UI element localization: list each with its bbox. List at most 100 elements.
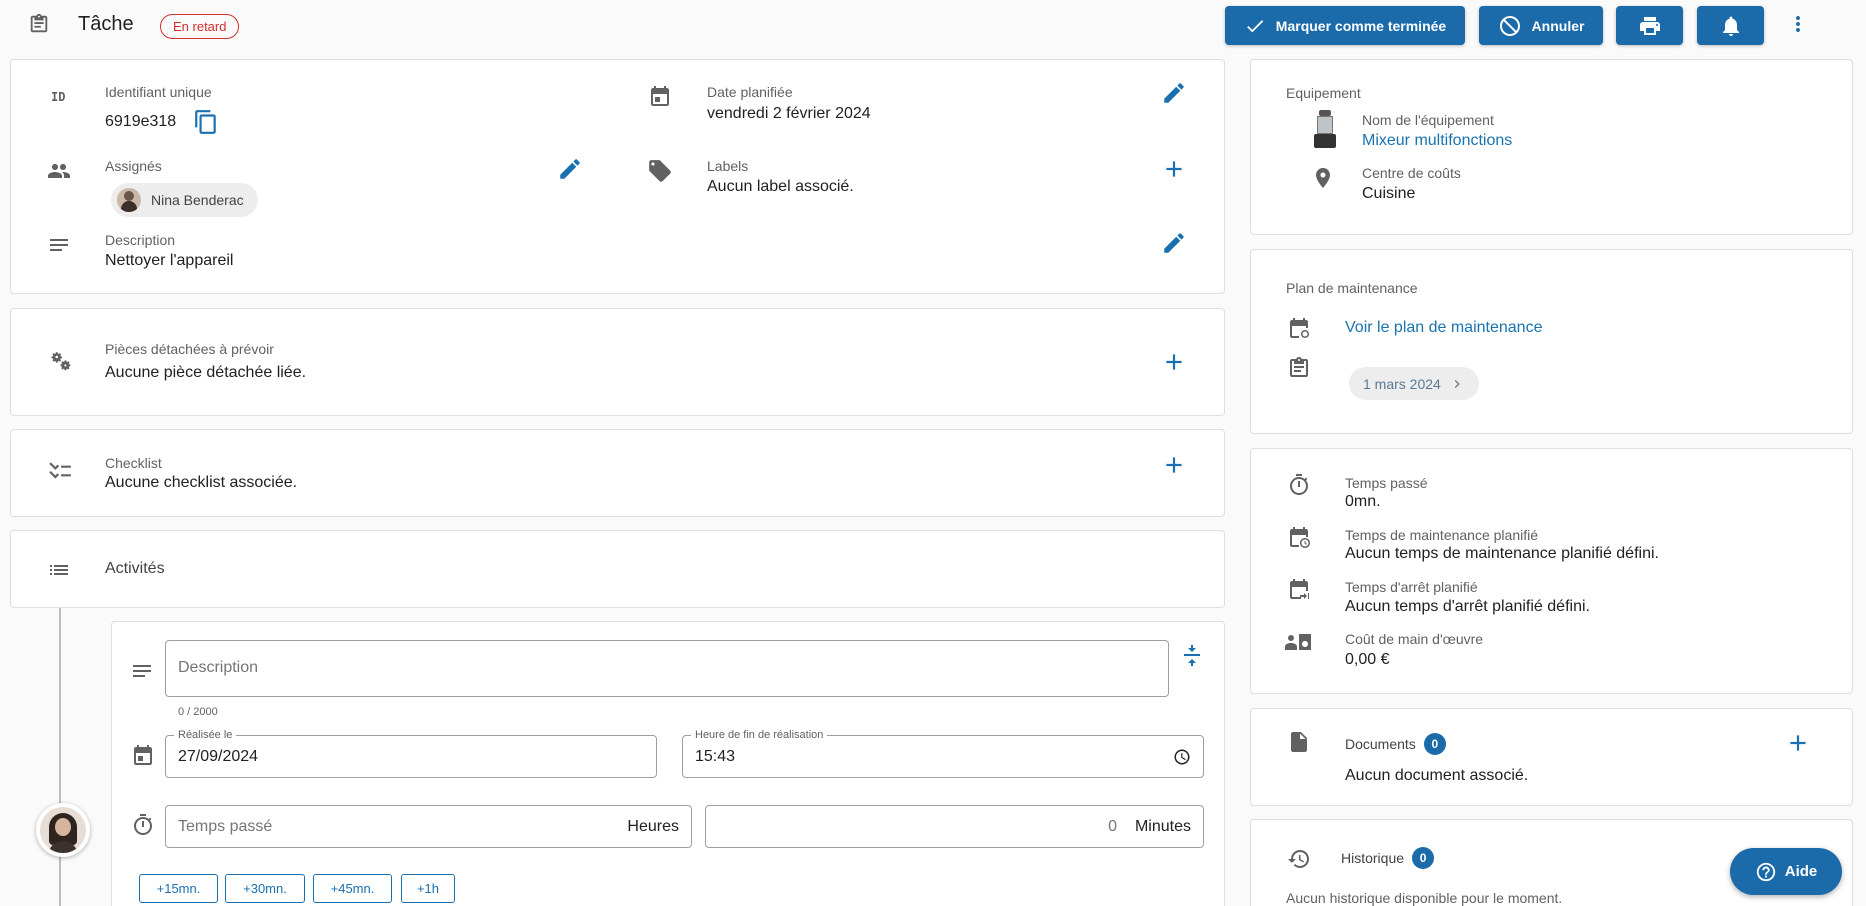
calendar-arrow-icon: [1290, 579, 1309, 599]
notifications-button[interactable]: [1697, 6, 1764, 45]
quick-add-45-button[interactable]: +45mn.: [313, 874, 392, 903]
parts-label: Pièces détachées à prévoir: [105, 341, 274, 357]
next-date-label: 1 mars 2024: [1363, 375, 1441, 392]
add-document-icon[interactable]: [1785, 730, 1811, 756]
time-spent-hours-input[interactable]: Temps passé Heures: [165, 805, 692, 848]
history-count-badge: 0: [1412, 847, 1435, 869]
details-card: ID Identifiant unique 6919e318 Date plan…: [10, 59, 1225, 294]
checklist-icon: [49, 462, 71, 479]
quick-add-30-button[interactable]: +30mn.: [225, 874, 305, 903]
calendar-sync-icon: [1290, 318, 1309, 338]
labor-cost-value: 0,00 €: [1345, 651, 1390, 668]
clipboard-list-icon: [1290, 357, 1308, 377]
cancel-button[interactable]: Annuler: [1479, 6, 1603, 45]
documents-count-badge: 0: [1423, 733, 1446, 755]
add-checklist-icon[interactable]: [1161, 452, 1187, 478]
activity-avatar: [36, 803, 90, 857]
id-label: Identifiant unique: [105, 84, 212, 100]
add-label-icon[interactable]: [1161, 156, 1187, 182]
equipment-thumbnail: [1311, 110, 1339, 148]
document-icon: [1291, 732, 1307, 752]
help-button[interactable]: Aide: [1730, 848, 1842, 895]
description-label: Description: [105, 232, 176, 248]
block-icon: [1499, 15, 1520, 36]
add-part-icon[interactable]: [1161, 349, 1187, 375]
history-icon: [1288, 849, 1310, 868]
end-time-input[interactable]: Heure de fin de réalisation 15:43: [682, 729, 1204, 778]
status-badge: En retard: [160, 14, 240, 39]
date-value: vendredi 2 février 2024: [707, 105, 871, 122]
copy-icon[interactable]: [193, 109, 219, 135]
history-empty: Aucun historique disponible pour le mome…: [1286, 890, 1563, 906]
timeline-line: [59, 608, 61, 906]
maintenance-plan-title: Plan de maintenance: [1286, 280, 1418, 296]
avatar: [117, 188, 141, 212]
documents-empty: Aucun document associé.: [1345, 767, 1529, 784]
timer-icon: [134, 814, 152, 835]
labels-label: Labels: [707, 158, 749, 174]
assignee-chip[interactable]: Nina Benderac: [111, 183, 258, 217]
cancel-button-label: Annuler: [1531, 17, 1585, 34]
equipment-title: Equipement: [1286, 85, 1361, 101]
documents-title-row: Documents 0: [1345, 733, 1446, 755]
assignee-name: Nina Benderac: [151, 192, 244, 208]
description-value: Nettoyer l'appareil: [105, 252, 234, 269]
labels-value: Aucun label associé.: [707, 178, 854, 195]
time-spent-value: 0mn.: [1345, 493, 1381, 510]
chevron-right-icon: [1454, 379, 1460, 388]
next-date-chip[interactable]: 1 mars 2024: [1349, 367, 1479, 400]
id-value: 6919e318: [105, 113, 177, 130]
timer-icon: [1290, 474, 1308, 495]
print-button[interactable]: [1616, 6, 1683, 45]
maintenance-plan-link[interactable]: Voir le plan de maintenance: [1345, 319, 1542, 337]
group-icon: [48, 164, 70, 178]
complete-button[interactable]: Marquer comme terminée: [1225, 6, 1465, 45]
notes-icon: [50, 239, 68, 251]
checklist-label: Checklist: [105, 455, 162, 471]
collapse-icon[interactable]: [1180, 644, 1204, 668]
calendar-icon: [651, 86, 669, 106]
clipboard-icon: [30, 13, 48, 33]
time-spent-label: Temps passé: [1345, 475, 1428, 491]
time-spent-minutes-input[interactable]: 0 Minutes: [705, 805, 1204, 848]
quick-add-1h-button[interactable]: +1h: [401, 874, 455, 903]
edit-date-icon[interactable]: [1161, 80, 1187, 106]
parts-card: Pièces détachées à prévoir Aucune pièce …: [10, 308, 1225, 416]
notes-icon: [133, 665, 151, 677]
edit-description-icon[interactable]: [1161, 230, 1187, 256]
downtime-value: Aucun temps d'arrêt planifié défini.: [1345, 598, 1590, 615]
char-count: 0 / 2000: [178, 706, 218, 718]
activity-form-card: Description 0 / 2000 Réalisée le 27/09/2…: [111, 621, 1225, 906]
help-label: Aide: [1784, 863, 1818, 880]
printer-icon: [1639, 16, 1660, 35]
complete-button-label: Marquer comme terminée: [1275, 17, 1447, 34]
quick-add-15-button[interactable]: +15mn.: [139, 874, 218, 903]
parts-value: Aucune pièce détachée liée.: [105, 364, 307, 381]
documents-card: Documents 0 Aucun document associé.: [1250, 708, 1853, 806]
equipment-name-label: Nom de l'équipement: [1362, 112, 1494, 128]
label-tag-icon: [649, 160, 671, 182]
downtime-label: Temps d'arrêt planifié: [1345, 579, 1478, 595]
planned-time-label: Temps de maintenance planifié: [1345, 527, 1539, 543]
clock-icon[interactable]: [1173, 748, 1191, 766]
edit-assignees-icon[interactable]: [557, 156, 583, 182]
calendar-clock-icon: [1290, 527, 1310, 548]
assignees-label: Assignés: [105, 158, 162, 174]
equipment-card: Equipement Nom de l'équipement Mixeur mu…: [1250, 59, 1853, 235]
equipment-name-link[interactable]: Mixeur multifonctions: [1362, 132, 1512, 150]
cost-center-label: Centre de coûts: [1362, 165, 1461, 181]
more-vert-icon[interactable]: [1786, 12, 1810, 36]
id-icon: ID: [51, 90, 66, 104]
activity-description-input[interactable]: Description: [165, 640, 1169, 697]
location-pin-icon: [1316, 168, 1330, 188]
labor-cost-label: Coût de main d'œuvre: [1345, 631, 1484, 647]
activities-title: Activités: [105, 560, 165, 577]
labor-cost-icon: [1285, 634, 1311, 650]
cost-center-value: Cuisine: [1362, 185, 1416, 202]
list-icon: [50, 565, 68, 575]
page-title: Tâche: [78, 13, 134, 35]
documents-title: Documents: [1345, 736, 1416, 752]
header: Tâche En retard Marquer comme terminée A…: [0, 0, 1866, 50]
done-date-input[interactable]: Réalisée le 27/09/2024: [165, 729, 657, 778]
planned-time-value: Aucun temps de maintenance planifié défi…: [1345, 545, 1659, 562]
